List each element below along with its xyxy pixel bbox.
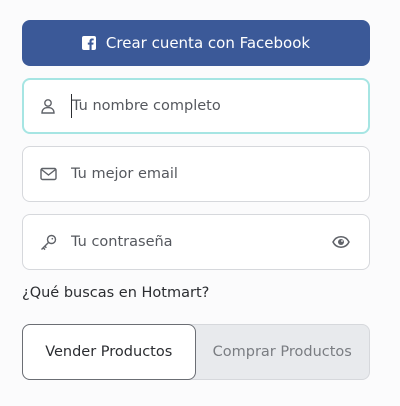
facebook-signup-label: Crear cuenta con Facebook <box>105 34 311 52</box>
email-input[interactable] <box>71 162 301 186</box>
intent-selector: Vender Productos Comprar Productos <box>22 324 370 380</box>
eye-icon[interactable] <box>331 232 351 252</box>
password-field[interactable] <box>22 214 370 270</box>
intent-question: ¿Qué buscas en Hotmart? <box>22 285 210 301</box>
name-input[interactable] <box>71 94 302 118</box>
signup-form: Crear cuenta con Facebook Tu nombre comp… <box>0 0 400 406</box>
facebook-icon <box>81 36 96 50</box>
key-icon <box>39 233 57 251</box>
email-field[interactable] <box>22 146 370 202</box>
envelope-icon <box>39 165 57 183</box>
sell-products-option[interactable]: Vender Productos <box>22 324 196 380</box>
name-field[interactable] <box>22 78 370 134</box>
facebook-signup-button[interactable]: Crear cuenta con Facebook <box>22 20 370 66</box>
user-icon <box>39 97 57 115</box>
password-input[interactable] <box>71 230 301 254</box>
buy-products-option[interactable]: Comprar Productos <box>196 325 370 379</box>
